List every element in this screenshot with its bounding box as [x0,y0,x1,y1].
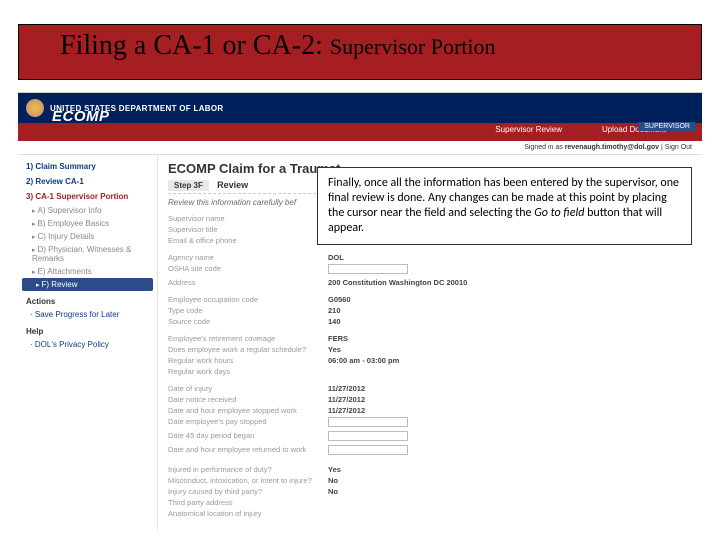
sidebar-step-b[interactable]: ▸B) Employee Basics [18,217,157,230]
role-badge: SUPERVISOR [638,122,696,131]
sidebar-step-a[interactable]: ▸A) Supervisor Info [18,204,157,217]
chevron-right-icon: ▸ [32,269,36,276]
val-d1: 11/27/2012 [328,384,365,393]
sidebar: 1) Claim Summary 2) Review CA-1 3) CA-1 … [18,155,158,530]
val-perf-duty: Yes [328,465,341,474]
label-sup-name: Supervisor name [168,214,328,223]
val-retire: FERS [328,334,348,343]
label-date-stop: Date and hour employee stopped work [168,406,328,415]
label-osha: OSHA site code [168,264,328,276]
label-date-return: Date and hour employee returned to work [168,445,328,457]
dol-seal-icon [26,99,44,117]
sidebar-step-e[interactable]: ▸E) Attachments [18,265,157,278]
slide-title: Filing a CA-1 or CA-2: Supervisor Portio… [60,30,496,62]
sidebar-actions-header: Actions [18,291,157,308]
nav-supervisor-review[interactable]: Supervisor Review [495,125,562,134]
label-source: Source code [168,317,328,326]
val-reghours: 06:00 am - 03:00 pm [328,356,399,365]
val-type: 210 [328,306,341,315]
val-d3: 11/27/2012 [328,406,365,415]
signout-link[interactable]: Sign Out [665,144,692,151]
val-third: No [328,487,338,496]
val-d2: 11/27/2012 [328,395,365,404]
return-input[interactable] [328,445,408,455]
val-paystop [328,417,408,429]
signin-user: revenaugh.timothy@dol.gov [565,144,659,151]
val-occ: G0560 [328,295,351,304]
app-screenshot: UNITED STATES DEPARTMENT OF LABOR ECOMP … [18,92,702,530]
val-45 [328,431,408,443]
val-agency: DOL [328,253,344,262]
label-agency: Agency name [168,253,328,262]
label-anat: Anatomical location of injury [168,509,328,518]
step-tag: Step 3F [168,180,209,191]
val-address: 200 Constitution Washington DC 20010 [328,278,467,287]
label-regsched: Does employee work a regular schedule? [168,345,328,354]
label-perf-duty: Injured in performance of duty? [168,465,328,474]
chevron-right-icon: ▸ [32,208,36,215]
val-source: 140 [328,317,341,326]
title-main: Filing a CA-1 or CA-2: [60,30,323,61]
label-date-injury: Date of injury [168,384,328,393]
sidebar-step-f[interactable]: ▸F) Review [22,278,153,291]
chevron-right-icon: ▸ [36,282,40,289]
sidebar-help-header: Help [18,321,157,338]
label-misconduct: Misconduct, intoxication, or intent to i… [168,476,328,485]
sidebar-supervisor-portion[interactable]: 3) CA-1 Supervisor Portion [18,189,157,204]
label-type: Type code [168,306,328,315]
label-address: Address [168,278,328,287]
label-regdays: Regular work days [168,367,328,376]
val-regsched: Yes [328,345,341,354]
chevron-right-icon: ▸ [32,221,36,228]
chevron-right-icon: ▸ [32,234,36,241]
nav-band: Supervisor Review Upload Document SUPERV… [18,123,702,141]
day45-input[interactable] [328,431,408,441]
val-osha [328,264,408,276]
step-name: Review [217,180,248,190]
label-reghours: Regular work hours [168,356,328,365]
val-return [328,445,408,457]
save-progress-link[interactable]: · Save Progress for Later [18,308,157,321]
title-sub: Supervisor Portion [330,34,496,59]
sidebar-claim-summary[interactable]: 1) Claim Summary [18,159,157,174]
instruction-callout: Finally, once all the information has be… [317,167,692,245]
label-retire: Employee's retirement coverage [168,334,328,343]
label-date-paystop: Date employee's pay stopped [168,417,328,429]
val-misconduct: No [328,476,338,485]
sidebar-step-d[interactable]: ▸D) Physician, Witnesses & Remarks [18,243,157,265]
callout-button-name: Go to field [534,206,584,220]
signin-prefix: Signed in as [524,144,563,151]
label-date-notice: Date notice received [168,395,328,404]
label-occ: Employee occupation code [168,295,328,304]
label-third-addr: Third party address [168,498,328,507]
signin-bar: Signed in as revenaugh.timothy@dol.gov |… [18,141,702,155]
paystop-input[interactable] [328,417,408,427]
chevron-right-icon: ▸ [32,247,36,254]
privacy-policy-link[interactable]: · DOL's Privacy Policy [18,338,157,351]
sidebar-step-c[interactable]: ▸C) Injury Details [18,230,157,243]
label-third: Injury caused by third party? [168,487,328,496]
app-header: UNITED STATES DEPARTMENT OF LABOR ECOMP [18,93,702,123]
sidebar-review-ca1[interactable]: 2) Review CA-1 [18,174,157,189]
osha-input[interactable] [328,264,408,274]
label-sup-title: Supervisor title [168,225,328,234]
label-email-phone: Email & office phone [168,236,328,245]
label-date-45: Date 45 day period began [168,431,328,443]
